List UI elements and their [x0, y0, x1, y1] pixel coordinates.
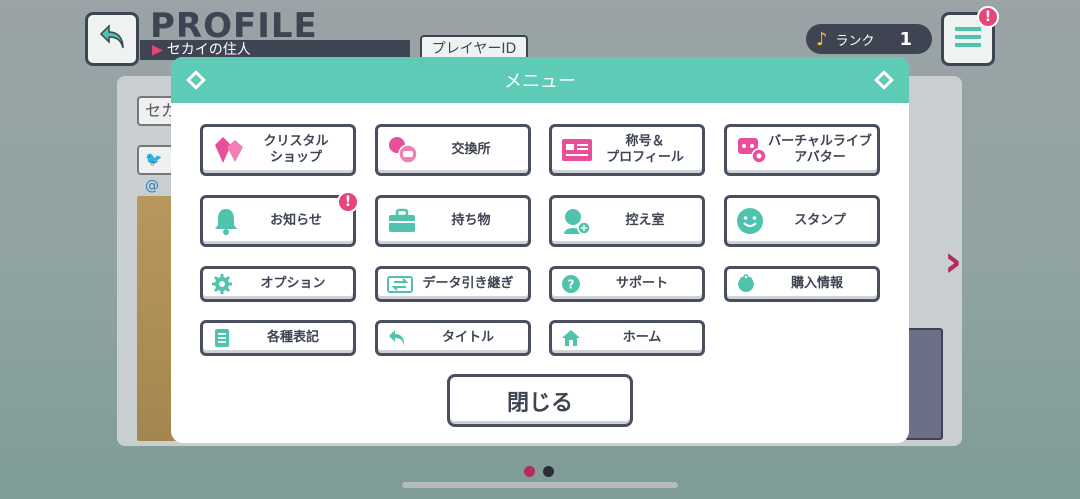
page-dot — [543, 466, 554, 477]
diamond-icon — [186, 70, 206, 90]
news-button[interactable]: お知らせ — [200, 195, 356, 247]
gear-icon — [211, 273, 233, 295]
coin-exchange-icon — [386, 135, 420, 165]
dialog-header: メニュー — [171, 57, 909, 103]
title-screen-button[interactable]: タイトル — [375, 320, 531, 356]
next-page-arrow-icon[interactable]: › — [944, 240, 974, 284]
svg-text:?: ? — [568, 278, 575, 292]
character-card-image-right — [905, 328, 943, 440]
hamburger-icon — [955, 26, 981, 52]
home-button[interactable]: ホーム — [549, 320, 705, 356]
rank-value: 1 — [899, 28, 912, 50]
crystal-shop-button[interactable]: クリスタル ショップ — [200, 124, 356, 176]
menu-dialog: メニュー クリスタル ショップ 交換所 称号＆ プロフィール バーチャルライブ … — [171, 57, 909, 443]
page-dot-active — [524, 466, 535, 477]
triangle-icon: ▶ — [152, 42, 163, 58]
bell-icon — [211, 206, 241, 236]
exchange-button[interactable]: 交換所 — [375, 124, 531, 176]
purchase-info-button[interactable]: 購入情報 — [724, 266, 880, 302]
return-arrow-icon — [386, 327, 408, 349]
profile-card-icon — [560, 136, 594, 164]
music-note-icon: ♪ — [816, 28, 828, 50]
avatar-settings-icon — [735, 135, 769, 165]
rank-label: ランク — [835, 33, 875, 49]
twitter-bird-icon: 🐦 — [145, 152, 163, 168]
waiting-room-button[interactable]: 控え室 — [549, 195, 705, 247]
back-arrow-icon — [97, 22, 127, 56]
items-button[interactable]: 持ち物 — [375, 195, 531, 247]
data-transfer-button[interactable]: データ引き継ぎ — [375, 266, 531, 302]
smiley-icon — [735, 206, 765, 236]
options-button[interactable]: オプション — [200, 266, 356, 302]
document-list-icon — [211, 327, 233, 349]
support-button[interactable]: ? サポート — [549, 266, 705, 302]
data-transfer-icon — [386, 273, 414, 295]
page-subtitle-text: セカイの住人 — [166, 42, 251, 58]
virtual-live-avatar-button[interactable]: バーチャルライブ アバター — [724, 124, 880, 176]
title-profile-button[interactable]: 称号＆ プロフィール — [549, 124, 705, 176]
stamp-button[interactable]: スタンプ — [724, 195, 880, 247]
crystal-icon — [211, 135, 245, 165]
question-mark-icon: ? — [560, 273, 582, 295]
close-button[interactable]: 閉じる — [447, 374, 633, 427]
page-indicator — [524, 466, 554, 477]
diamond-icon — [874, 70, 894, 90]
home-icon — [560, 327, 582, 349]
dialog-title: メニュー — [504, 71, 576, 92]
close-label: 閉じる — [506, 390, 573, 416]
rank-badge: ♪ ランク 1 — [806, 24, 932, 54]
purchase-tag-icon — [735, 273, 757, 295]
legal-notices-button[interactable]: 各種表記 — [200, 320, 356, 356]
twitter-handle: @ — [145, 178, 159, 194]
character-room-icon — [560, 206, 592, 236]
scrollbar — [402, 482, 678, 488]
back-button[interactable] — [85, 12, 139, 66]
news-alert-badge: ! — [337, 191, 359, 213]
briefcase-icon — [386, 207, 418, 235]
menu-alert-badge: ! — [977, 6, 999, 28]
